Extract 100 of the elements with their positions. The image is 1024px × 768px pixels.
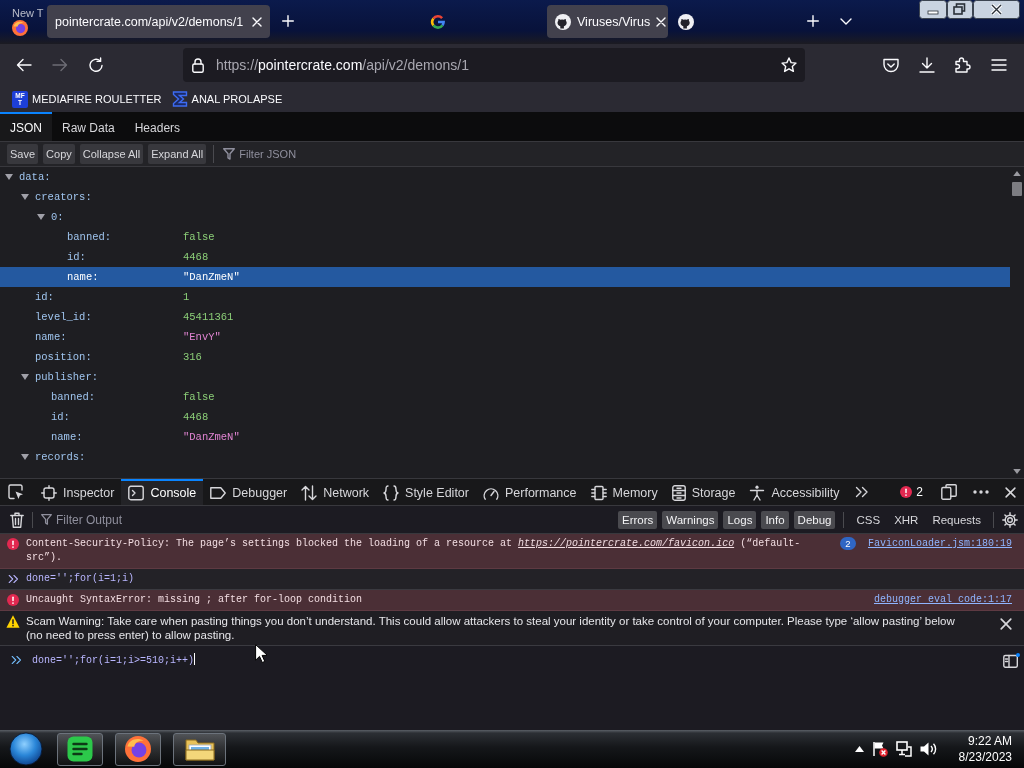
download-icon[interactable] <box>919 57 935 73</box>
tree-row[interactable]: name: "DanZmeN" <box>0 267 1010 287</box>
flag-icon[interactable] <box>871 741 888 757</box>
filter-toggle[interactable]: Requests <box>928 510 985 529</box>
close-icon[interactable] <box>1005 486 1016 498</box>
devtools-tab[interactable]: Performance <box>475 479 584 505</box>
scroll-up-arrow-icon[interactable] <box>1013 171 1021 176</box>
tree-row[interactable]: publisher: <box>0 367 1010 387</box>
new-tab-icon[interactable] <box>282 15 294 27</box>
bookmark-link[interactable]: MEDIAFIRE ROULETTER <box>32 93 162 105</box>
close-icon[interactable] <box>1000 618 1012 630</box>
filter-output-field[interactable]: Filter Output <box>41 508 618 531</box>
tree-row[interactable]: id: 4468 <box>0 247 1010 267</box>
filter-toggle[interactable]: Debug <box>793 510 836 529</box>
box-cursor-icon[interactable] <box>8 484 24 500</box>
shield-chevron-icon[interactable] <box>883 57 899 73</box>
triangle-down-icon[interactable] <box>21 194 29 200</box>
trash-icon[interactable] <box>10 511 24 528</box>
toolbar-button[interactable]: Save <box>7 144 39 164</box>
tree-row[interactable]: 0: <box>0 207 1010 227</box>
reload-icon[interactable] <box>88 57 104 73</box>
browser-tab[interactable]: pointercrate.com/api/v2/demons/1 <box>47 5 270 38</box>
error-count[interactable]: 2 <box>916 485 923 499</box>
chevron-down-icon[interactable] <box>840 18 852 25</box>
menu-icon[interactable] <box>991 59 1007 71</box>
taskbar-button[interactable] <box>57 732 103 766</box>
settings-icon[interactable] <box>1002 511 1018 528</box>
filter-toggle[interactable]: XHR <box>890 510 923 529</box>
window-title: New T <box>12 7 45 19</box>
up-arrow-icon[interactable] <box>854 746 864 752</box>
clock-date[interactable]: 8/23/2023 <box>958 749 1012 765</box>
viewer-tab[interactable]: Headers <box>124 112 191 141</box>
triangle-down-icon[interactable] <box>37 214 45 220</box>
new-tab-icon[interactable] <box>807 15 819 27</box>
g-logo-icon <box>430 13 446 30</box>
resource-link[interactable]: https://pointercrate.com/favicon.ico <box>518 538 735 549</box>
source-location-link[interactable]: FaviconLoader.jsm:180:19 <box>867 537 1012 551</box>
tree-row[interactable]: level_id: 45411361 <box>0 307 1010 327</box>
devtools-tab[interactable]: Inspector <box>34 479 122 505</box>
address-field[interactable]: https://pointercrate.com/api/v2/demons/1 <box>183 48 805 82</box>
tree-row[interactable]: records: <box>0 447 1010 467</box>
message-text: Scam Warning: Take care when pasting things you don’t understand. This could allow attackers to steal your identity or take control of your computer. Please type ‘allow pasting’ below (no need to press enter) to allow pasting. <box>26 614 956 642</box>
triangle-down-icon[interactable] <box>21 374 29 380</box>
devtools-tab[interactable]: Network <box>294 479 377 505</box>
start-button[interactable] <box>9 732 43 766</box>
filter-toggle[interactable]: CSS <box>852 510 885 529</box>
maximize-button[interactable] <box>947 0 973 19</box>
toolbar-button[interactable]: Expand All <box>148 144 207 164</box>
scroll-down-arrow-icon[interactable] <box>1013 469 1021 474</box>
devtools-tab[interactable]: Storage <box>664 479 743 505</box>
devtools-tab[interactable]: Memory <box>583 479 665 505</box>
overlapping-windows-icon[interactable] <box>941 484 957 500</box>
tree-row[interactable]: position: 316 <box>0 347 1010 367</box>
browser-tab[interactable]: Viruses/Virus <box>547 5 668 38</box>
bookmark-link[interactable]: ANAL PROLAPSE <box>191 93 283 105</box>
speaker-icon[interactable] <box>919 742 937 756</box>
tree-row[interactable]: creators: <box>0 187 1010 207</box>
devtools-tab[interactable]: Style Editor <box>376 479 476 505</box>
double-chevron-icon[interactable] <box>854 486 869 498</box>
scrollbar-thumb[interactable] <box>1012 182 1022 196</box>
double-chevron-icon <box>11 655 22 665</box>
tree-row[interactable]: banned: false <box>0 227 1010 247</box>
source-location-link[interactable]: debugger eval code:1:17 <box>873 593 1012 607</box>
computer-monitors-icon[interactable] <box>895 741 912 757</box>
sidebar-panel-icon[interactable] <box>1003 652 1020 668</box>
taskbar-button[interactable] <box>115 732 161 766</box>
three-dots-icon[interactable] <box>973 490 989 494</box>
star-icon[interactable] <box>781 57 797 73</box>
devtools-tab[interactable]: Debugger <box>203 479 295 505</box>
minimize-button[interactable] <box>919 0 947 19</box>
devtools-tab[interactable]: Accessibility <box>742 479 847 505</box>
lock-icon[interactable] <box>192 57 204 73</box>
error-icon <box>7 538 19 550</box>
tree-row[interactable]: name: "EnvY" <box>0 327 1010 347</box>
filter-toggle[interactable]: Info <box>761 510 789 529</box>
filter-json-field[interactable]: Filter JSON <box>223 144 424 164</box>
tree-row[interactable]: data: <box>0 167 1010 187</box>
filter-icon <box>223 148 236 160</box>
tree-row[interactable]: id: 1 <box>0 287 1010 307</box>
cat-logo-icon <box>555 13 571 30</box>
tree-row[interactable]: name: "DanZmeN" <box>0 427 1010 447</box>
back-arrow-icon[interactable] <box>16 58 32 72</box>
taskbar-button[interactable] <box>173 732 226 766</box>
viewer-tab[interactable]: Raw Data <box>52 112 125 141</box>
triangle-down-icon[interactable] <box>21 454 29 460</box>
clock-time[interactable]: 9:22 AM <box>967 733 1012 749</box>
console-input[interactable]: done='';for(i=1;i>=510;i++) <box>32 652 1003 668</box>
toolbar-button[interactable]: Copy <box>43 144 75 164</box>
filter-toggle[interactable]: Errors <box>618 510 658 529</box>
viewer-tab[interactable]: JSON <box>0 112 52 141</box>
tree-row[interactable]: id: 4468 <box>0 407 1010 427</box>
tree-row[interactable]: banned: false <box>0 387 1010 407</box>
toolbar-button[interactable]: Collapse All <box>79 144 144 164</box>
devtools-tab[interactable]: Console <box>121 479 204 505</box>
filter-toggle[interactable]: Logs <box>723 510 757 529</box>
close-window-button[interactable] <box>973 0 1020 19</box>
triangle-down-icon[interactable] <box>5 174 13 180</box>
input-code: done='';for(i=1;i) <box>26 572 136 586</box>
filter-toggle[interactable]: Warnings <box>662 510 719 529</box>
puzzle-piece-icon[interactable] <box>955 57 971 73</box>
